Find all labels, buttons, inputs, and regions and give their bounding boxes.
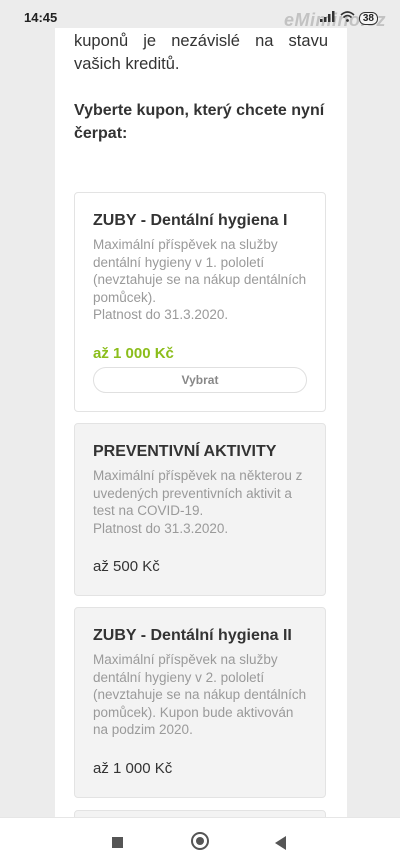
coupon-page: kuponů je nezávislé na stavu vašich kred… — [55, 28, 347, 818]
intro-text: kuponů je nezávislé na stavu vašich kred… — [74, 32, 328, 73]
battery-icon: 38 — [358, 11, 378, 25]
coupon-price: až 500 Kč — [93, 558, 160, 575]
navigation-bar — [0, 817, 400, 867]
coupon-description: Maximální příspěvek na služby dentální h… — [93, 652, 307, 737]
coupon-validity: Platnost do 31.3.2020. — [93, 520, 229, 536]
status-icons: 38 — [319, 9, 378, 27]
select-coupon-button[interactable]: Vybrat — [93, 367, 307, 393]
recents-square-icon[interactable] — [112, 837, 123, 848]
select-prompt: Vyberte kupon, který chcete nyní čerpat: — [74, 102, 325, 142]
back-triangle-icon[interactable] — [275, 836, 286, 850]
coupon-card-dental-2: ZUBY - Dentální hygiena II Maximální pří… — [74, 607, 326, 798]
coupon-validity: Platnost do 31.3.2020. — [93, 307, 229, 322]
status-bar: 14:45 eMimino.cz 38 — [0, 0, 400, 30]
coupon-card-prevention: PREVENTIVNÍ AKTIVITY Maximální příspěvek… — [74, 423, 326, 596]
coupon-price: až 1 000 Kč — [93, 760, 173, 777]
coupon-description: Maximální příspěvek na služby dentální h… — [93, 237, 307, 322]
coupon-title: PREVENTIVNÍ AKTIVITY — [93, 443, 277, 460]
coupon-title: ZUBY - Dentální hygiena II — [93, 627, 292, 644]
coupon-card-dental-1[interactable]: ZUBY - Dentální hygiena I Maximální přís… — [74, 192, 326, 412]
home-circle-icon[interactable] — [191, 832, 209, 850]
coupon-title: ZUBY - Dentální hygiena I — [93, 212, 288, 229]
coupon-description: Maximální příspěvek na některou z uveden… — [93, 468, 303, 536]
status-time: 14:45 — [24, 10, 58, 25]
wifi-icon — [340, 9, 355, 27]
signal-icon — [319, 9, 336, 27]
coupon-price: až 1 000 Kč — [93, 345, 174, 362]
